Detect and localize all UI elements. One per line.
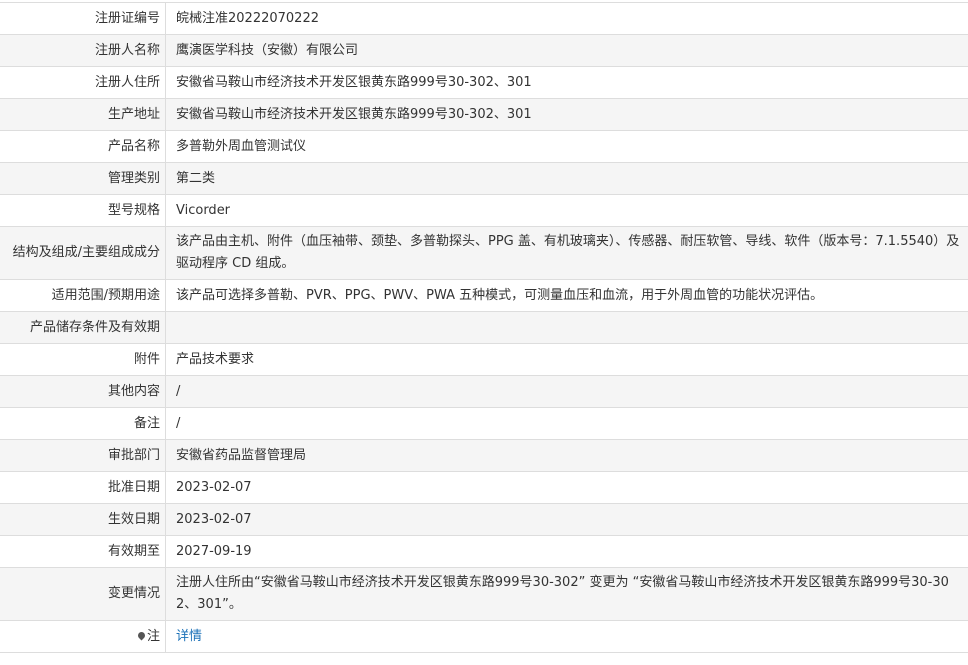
registration-detail-table: 注册证编号 皖械注准20222070222 注册人名称 鹰演医学科技（安徽）有限… — [0, 2, 968, 653]
table-row-other-content: 其他内容 / — [0, 376, 968, 408]
table-row-registration-number: 注册证编号 皖械注准20222070222 — [0, 3, 968, 35]
location-pin-icon — [137, 630, 147, 640]
row-label: 注册证编号 — [0, 3, 166, 35]
row-value: / — [166, 376, 968, 408]
row-label: 注 — [0, 621, 166, 653]
row-label: 其他内容 — [0, 376, 166, 408]
row-value: / — [166, 408, 968, 440]
row-value: 多普勒外周血管测试仪 — [166, 131, 968, 163]
row-value: 2023-02-07 — [166, 472, 968, 504]
row-value: 注册人住所由“安徽省马鞍山市经济技术开发区银黄东路999号30-302” 变更为… — [166, 568, 968, 621]
row-value: 安徽省马鞍山市经济技术开发区银黄东路999号30-302、301 — [166, 99, 968, 131]
table-row-change-history: 变更情况 注册人住所由“安徽省马鞍山市经济技术开发区银黄东路999号30-302… — [0, 568, 968, 621]
row-label: 变更情况 — [0, 568, 166, 621]
row-label: 注册人名称 — [0, 35, 166, 67]
row-label: 有效期至 — [0, 536, 166, 568]
table-row-model-spec: 型号规格 Vicorder — [0, 195, 968, 227]
row-value: 皖械注准20222070222 — [166, 3, 968, 35]
table-row-management-category: 管理类别 第二类 — [0, 163, 968, 195]
row-value: 该产品由主机、附件（血压袖带、颈垫、多普勒探头、PPG 盖、有机玻璃夹）、传感器… — [166, 227, 968, 280]
table-row-attachment: 附件 产品技术要求 — [0, 344, 968, 376]
table-row-product-name: 产品名称 多普勒外周血管测试仪 — [0, 131, 968, 163]
row-label: 产品名称 — [0, 131, 166, 163]
table-row-effective-date: 生效日期 2023-02-07 — [0, 504, 968, 536]
table-row-registrant-name: 注册人名称 鹰演医学科技（安徽）有限公司 — [0, 35, 968, 67]
row-label: 注册人住所 — [0, 67, 166, 99]
row-label: 结构及组成/主要组成成分 — [0, 227, 166, 280]
row-value: 2027-09-19 — [166, 536, 968, 568]
table-row-storage-conditions: 产品储存条件及有效期 — [0, 312, 968, 344]
table-row-approval-department: 审批部门 安徽省药品监督管理局 — [0, 440, 968, 472]
table-row-approval-date: 批准日期 2023-02-07 — [0, 472, 968, 504]
row-label: 管理类别 — [0, 163, 166, 195]
row-value — [166, 312, 968, 344]
row-label: 备注 — [0, 408, 166, 440]
row-label: 附件 — [0, 344, 166, 376]
row-label: 生效日期 — [0, 504, 166, 536]
table-row-registrant-address: 注册人住所 安徽省马鞍山市经济技术开发区银黄东路999号30-302、301 — [0, 67, 968, 99]
row-value: 该产品可选择多普勒、PVR、PPG、PWV、PWA 五种模式，可测量血压和血流，… — [166, 280, 968, 312]
row-value: 产品技术要求 — [166, 344, 968, 376]
table-row-structure-composition: 结构及组成/主要组成成分 该产品由主机、附件（血压袖带、颈垫、多普勒探头、PPG… — [0, 227, 968, 280]
row-label: 产品储存条件及有效期 — [0, 312, 166, 344]
details-link[interactable]: 详情 — [176, 629, 202, 644]
table-row-intended-use: 适用范围/预期用途 该产品可选择多普勒、PVR、PPG、PWV、PWA 五种模式… — [0, 280, 968, 312]
row-value: 鹰演医学科技（安徽）有限公司 — [166, 35, 968, 67]
row-label: 生产地址 — [0, 99, 166, 131]
row-value: 第二类 — [166, 163, 968, 195]
row-value: 安徽省马鞍山市经济技术开发区银黄东路999号30-302、301 — [166, 67, 968, 99]
row-value: 2023-02-07 — [166, 504, 968, 536]
row-value: 安徽省药品监督管理局 — [166, 440, 968, 472]
row-label: 适用范围/预期用途 — [0, 280, 166, 312]
table-row-expiry-date: 有效期至 2027-09-19 — [0, 536, 968, 568]
table-row-production-address: 生产地址 安徽省马鞍山市经济技术开发区银黄东路999号30-302、301 — [0, 99, 968, 131]
row-label: 批准日期 — [0, 472, 166, 504]
note-label: 注 — [147, 629, 160, 644]
table-row-note: 注 详情 — [0, 621, 968, 653]
row-label: 型号规格 — [0, 195, 166, 227]
row-value: Vicorder — [166, 195, 968, 227]
row-label: 审批部门 — [0, 440, 166, 472]
row-value: 详情 — [166, 621, 968, 653]
table-row-remarks: 备注 / — [0, 408, 968, 440]
